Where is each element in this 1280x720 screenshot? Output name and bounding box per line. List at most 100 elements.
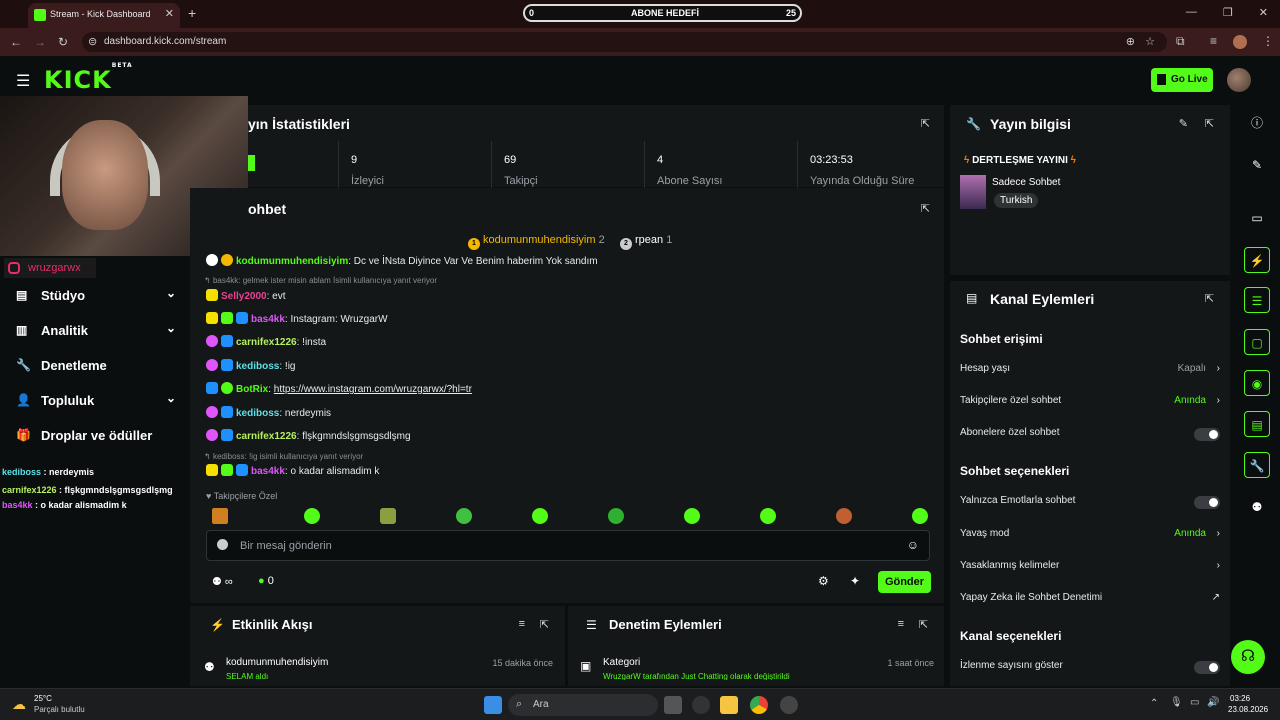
video-icon[interactable]: ▭ — [1244, 205, 1270, 231]
lightning-icon[interactable]: ⚡ — [1244, 247, 1270, 273]
chat-message[interactable]: kediboss: nerdeymis — [206, 406, 331, 419]
emote-icon[interactable] — [608, 508, 624, 524]
menu-icon[interactable]: ☰ — [16, 71, 30, 91]
emote-icon[interactable] — [760, 508, 776, 524]
chat-username[interactable]: kediboss — [236, 361, 279, 372]
network-icon[interactable]: ▭ — [1190, 697, 1199, 708]
emote-icon[interactable] — [912, 508, 928, 524]
task-view-icon[interactable] — [664, 696, 682, 714]
profile-icon[interactable] — [1233, 35, 1247, 49]
edit-icon[interactable]: ✎ — [1244, 152, 1270, 178]
followers-only-row[interactable]: Takipçilere özel sohbet Anında › — [960, 395, 1220, 415]
chat-username[interactable]: carnifex1226 — [236, 337, 297, 348]
start-icon[interactable] — [484, 696, 502, 714]
minimize-icon[interactable]: — — [1186, 6, 1197, 19]
forward-icon[interactable]: → — [34, 35, 46, 49]
tray-chevron-icon[interactable]: ⌃ — [1150, 698, 1158, 709]
chat-identity-icon[interactable] — [217, 539, 228, 550]
subs-only-toggle[interactable] — [1194, 428, 1220, 441]
category-thumbnail[interactable] — [960, 175, 986, 209]
chat-message[interactable]: bas4kk: o kadar alismadim k — [206, 464, 379, 477]
popout-icon[interactable]: ⇱ — [921, 202, 930, 215]
browser-tab[interactable]: Stream - Kick Dashboard ✕ — [28, 3, 180, 28]
sidebar-item-moderation[interactable]: 🔧 Denetleme — [16, 356, 176, 376]
emote-icon[interactable] — [836, 508, 852, 524]
sidebar-item-studio[interactable]: ▤ Stüdyo ⌄ — [16, 286, 176, 306]
reload-icon[interactable]: ↻ — [58, 35, 68, 49]
app-icon[interactable] — [692, 696, 710, 714]
show-viewers-toggle[interactable] — [1194, 661, 1220, 674]
headset-support-icon[interactable]: ☊ — [1231, 640, 1265, 674]
popout-icon[interactable]: ⇱ — [919, 618, 928, 631]
close-window-icon[interactable]: ✕ — [1259, 6, 1268, 19]
volume-icon[interactable]: 🔊 — [1207, 697, 1219, 708]
activity-user[interactable]: kodumunmuhendisiyim — [226, 657, 328, 668]
slow-mode-row[interactable]: Yavaş mod Anında › — [960, 528, 1220, 548]
site-info-icon[interactable]: ⊜ — [88, 35, 97, 48]
file-explorer-icon[interactable] — [720, 696, 738, 714]
new-tab-icon[interactable]: + — [188, 5, 196, 21]
chat-message[interactable]: bas4kk: Instagram: WruzgarW — [206, 312, 388, 325]
account-age-row[interactable]: Hesap yaşı Kapalı › — [960, 363, 1220, 383]
popout-icon[interactable]: ⇱ — [540, 618, 549, 631]
emoji-icon[interactable]: ☺ — [907, 538, 919, 552]
popout-icon[interactable]: ⇱ — [1205, 292, 1214, 305]
popout-icon[interactable]: ⇱ — [1205, 117, 1214, 130]
filter-icon[interactable]: ≡ — [898, 618, 904, 630]
chat-username[interactable]: carnifex1226 — [236, 431, 297, 442]
broadcast-icon[interactable]: ◉ — [1244, 370, 1270, 396]
wrench-icon[interactable]: 🔧 — [1244, 452, 1270, 478]
tab-list-icon[interactable]: ≡ — [1210, 34, 1217, 48]
url-field[interactable]: ⊜ dashboard.kick.com/stream ⊕ ☆ — [82, 32, 1167, 52]
taskbar-search[interactable]: ⌕ Ara — [508, 694, 658, 716]
chrome-icon[interactable] — [750, 696, 768, 714]
emote-icon[interactable] — [380, 508, 396, 524]
list-icon[interactable]: ☰ — [1244, 287, 1270, 313]
ai-moderation-row[interactable]: Yapay Zeka ile Sohbet Denetimi ↗ — [960, 592, 1220, 612]
chat-icon[interactable]: ▢ — [1244, 329, 1270, 355]
kick-logo[interactable]: KICKBETA — [44, 62, 133, 94]
server-icon[interactable]: ▤ — [1244, 411, 1270, 437]
user-avatar[interactable] — [1227, 68, 1251, 92]
go-live-button[interactable]: Go Live — [1151, 68, 1213, 92]
microphone-icon[interactable]: 🎙 — [1170, 697, 1183, 708]
emote-icon[interactable] — [532, 508, 548, 524]
chat-username[interactable]: kodumunmuhendisiyim — [236, 256, 348, 267]
extensions-icon[interactable]: ⧉ — [1176, 34, 1185, 49]
chat-message[interactable]: BotRix: https://www.instagram.com/wruzga… — [206, 382, 472, 395]
close-tab-icon[interactable]: ✕ — [165, 7, 174, 20]
filter-icon[interactable]: ≡ — [519, 618, 525, 630]
moderation-icon[interactable]: ✦ — [850, 574, 860, 588]
chat-message-input[interactable]: Bir mesaj gönderin ☺ — [206, 530, 930, 561]
chat-message[interactable]: kodumunmuhendisiyim: Dc ve İNsta Diyince… — [206, 254, 598, 267]
popout-icon[interactable]: ⇱ — [921, 117, 930, 130]
stream-category[interactable]: Sadece Sohbet — [992, 177, 1060, 188]
back-icon[interactable]: ← — [10, 35, 22, 49]
zoom-icon[interactable]: ⊕ — [1126, 35, 1135, 48]
sidebar-item-drops[interactable]: 🎁 Droplar ve ödüller — [16, 426, 216, 446]
chat-username[interactable]: bas4kk — [251, 314, 285, 325]
emote-icon[interactable] — [304, 508, 320, 524]
chat-message[interactable]: kediboss: !ig — [206, 359, 295, 372]
chat-message[interactable]: carnifex1226: flşkgmndslşgmsgsdlşmg — [206, 429, 411, 442]
bookmark-star-icon[interactable]: ☆ — [1145, 35, 1155, 48]
browser-menu-icon[interactable]: ⋮ — [1262, 34, 1274, 48]
sidebar-item-analytics[interactable]: ▥ Analitik ⌄ — [16, 321, 176, 341]
chat-username[interactable]: BotRix — [236, 384, 268, 395]
chat-username[interactable]: Selly2000 — [221, 291, 267, 302]
app-icon[interactable] — [780, 696, 798, 714]
emote-icon[interactable] — [684, 508, 700, 524]
send-button[interactable]: Gönder — [878, 571, 931, 593]
chat-message[interactable]: Selly2000: evt — [206, 289, 286, 302]
info-icon[interactable]: ⓘ — [1244, 110, 1270, 136]
emote-icon[interactable] — [212, 508, 228, 524]
sidebar-item-community[interactable]: 👤 Topluluk ⌄ — [16, 391, 176, 411]
edit-icon[interactable]: ✎ — [1179, 117, 1188, 130]
maximize-icon[interactable]: ❐ — [1223, 6, 1233, 19]
chat-link[interactable]: https://www.instagram.com/wruzgarwx/?hl=… — [274, 384, 472, 395]
chat-username[interactable]: kediboss — [236, 408, 279, 419]
banned-words-row[interactable]: Yasaklanmış kelimeler › — [960, 560, 1220, 580]
community-icon[interactable]: ⚉ — [1244, 494, 1270, 520]
settings-icon[interactable]: ⚙ — [818, 574, 829, 588]
emote-icon[interactable] — [456, 508, 472, 524]
